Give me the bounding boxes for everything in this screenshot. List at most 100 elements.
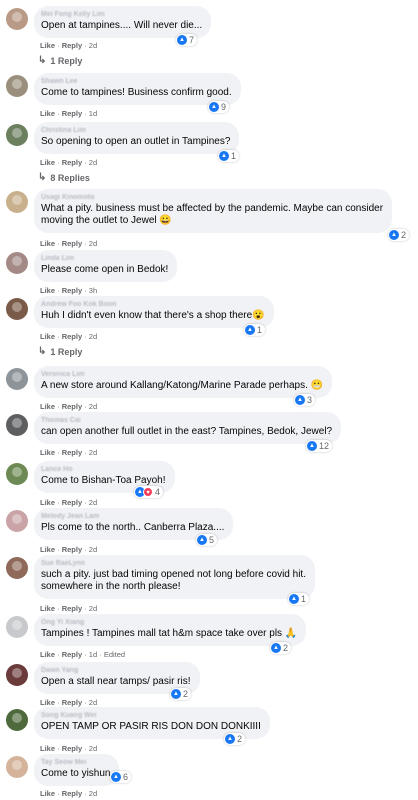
reply-link[interactable]: Reply <box>62 402 82 411</box>
reaction-summary[interactable]: ▲ 3 <box>294 394 316 406</box>
reaction-summary[interactable]: ▲ 2 <box>270 642 292 654</box>
comment-actions: Like · Reply · 2d <box>40 158 97 167</box>
commenter-name[interactable]: Andrew Foo Kok Boon <box>41 300 265 309</box>
reaction-summary[interactable]: ▲ 1 <box>244 324 266 336</box>
like-link[interactable]: Like <box>40 402 55 411</box>
avatar[interactable] <box>6 124 28 146</box>
reaction-summary[interactable]: ▲ 2 <box>224 733 246 745</box>
timestamp[interactable]: 2d <box>89 604 97 613</box>
reply-link[interactable]: Reply <box>62 604 82 613</box>
avatar[interactable] <box>6 414 28 436</box>
comment-actions: Like · Reply · 2d <box>40 604 97 613</box>
like-link[interactable]: Like <box>40 158 55 167</box>
reply-link[interactable]: Reply <box>62 448 82 457</box>
reaction-summary[interactable]: ▲ ♥ 4 <box>134 486 164 498</box>
reply-link[interactable]: Reply <box>62 789 82 798</box>
avatar[interactable] <box>6 191 28 213</box>
avatar[interactable] <box>6 463 28 485</box>
reaction-summary[interactable]: ▲ 9 <box>208 101 230 113</box>
view-replies-link[interactable]: ↳ 1 Reply <box>38 346 82 357</box>
comment-actions: Like · Reply · 1d <box>40 109 97 118</box>
reply-link[interactable]: Reply <box>62 744 82 753</box>
reaction-summary[interactable]: ▲ 5 <box>196 534 218 546</box>
reply-link[interactable]: Reply <box>62 332 82 341</box>
avatar[interactable] <box>6 298 28 320</box>
like-link[interactable]: Like <box>40 41 55 50</box>
timestamp[interactable]: 2d <box>89 158 97 167</box>
commenter-name[interactable]: Song Kuang Wei <box>41 711 261 720</box>
timestamp[interactable]: 3h <box>89 286 97 295</box>
timestamp[interactable]: 2d <box>89 332 97 341</box>
timestamp[interactable]: 2d <box>89 41 97 50</box>
commenter-name[interactable]: Veronica Lim <box>41 370 323 379</box>
avatar[interactable] <box>6 368 28 390</box>
commenter-name[interactable]: Thomas Cai <box>41 416 332 425</box>
timestamp[interactable]: 2d <box>89 744 97 753</box>
avatar[interactable] <box>6 756 28 778</box>
timestamp[interactable]: 2d <box>89 498 97 507</box>
commenter-name[interactable]: Sue RaeLynn <box>41 559 306 568</box>
reply-link[interactable]: Reply <box>62 158 82 167</box>
commenter-name[interactable]: Melody Jean Lam <box>41 512 224 521</box>
reply-link[interactable]: Reply <box>62 239 82 248</box>
reply-link[interactable]: Reply <box>62 109 82 118</box>
commenter-name[interactable]: Usagi Kinomoto <box>41 193 383 202</box>
commenter-name[interactable]: Lance Ho <box>41 465 166 474</box>
like-link[interactable]: Like <box>40 604 55 613</box>
timestamp[interactable]: 1d <box>89 650 97 659</box>
reaction-summary[interactable]: ▲ 6 <box>110 771 132 783</box>
avatar[interactable] <box>6 557 28 579</box>
timestamp[interactable]: 2d <box>89 789 97 798</box>
reaction-summary[interactable]: ▲ 1 <box>288 593 310 605</box>
like-link[interactable]: Like <box>40 650 55 659</box>
separator: · <box>55 789 62 798</box>
like-link[interactable]: Like <box>40 448 55 457</box>
reply-link[interactable]: Reply <box>62 286 82 295</box>
like-link[interactable]: Like <box>40 698 55 707</box>
avatar[interactable] <box>6 616 28 638</box>
commenter-name[interactable]: Shawn Lee <box>41 77 232 86</box>
reaction-summary[interactable]: ▲ 1 <box>218 150 240 162</box>
commenter-name[interactable]: Linda Lim <box>41 254 168 263</box>
reply-link[interactable]: Reply <box>62 545 82 554</box>
like-link[interactable]: Like <box>40 332 55 341</box>
reply-link[interactable]: Reply <box>62 698 82 707</box>
like-link[interactable]: Like <box>40 498 55 507</box>
commenter-name[interactable]: Ong Yi Xiang <box>41 618 297 627</box>
timestamp[interactable]: 2d <box>89 402 97 411</box>
commenter-name[interactable]: Christina Lim <box>41 126 230 135</box>
like-link[interactable]: Like <box>40 789 55 798</box>
view-replies-link[interactable]: ↳ 1 Reply <box>38 55 82 66</box>
avatar[interactable] <box>6 664 28 686</box>
avatar[interactable] <box>6 709 28 731</box>
like-link[interactable]: Like <box>40 744 55 753</box>
reaction-summary[interactable]: ▲ 2 <box>170 688 192 700</box>
comment-text: Come to tampines! Business confirm good. <box>41 87 232 98</box>
like-link[interactable]: Like <box>40 109 55 118</box>
like-link[interactable]: Like <box>40 239 55 248</box>
timestamp[interactable]: 2d <box>89 545 97 554</box>
reaction-summary[interactable]: ▲ 12 <box>306 440 333 452</box>
timestamp[interactable]: 2d <box>89 448 97 457</box>
avatar[interactable] <box>6 510 28 532</box>
avatar[interactable] <box>6 75 28 97</box>
separator: · <box>55 239 62 248</box>
reaction-summary[interactable]: ▲ 7 <box>176 34 198 46</box>
commenter-name[interactable]: Tay Seow Mei <box>41 758 110 767</box>
avatar[interactable] <box>6 8 28 30</box>
avatar[interactable] <box>6 252 28 274</box>
timestamp[interactable]: 2d <box>89 698 97 707</box>
commenter-name[interactable]: Mei Fong Kelly Lim <box>41 10 202 19</box>
replies-count: 1 Reply <box>50 346 83 357</box>
view-replies-link[interactable]: ↳ 8 Replies <box>38 172 90 183</box>
commenter-name[interactable]: Dawn Yang <box>41 666 191 675</box>
reply-link[interactable]: Reply <box>62 650 82 659</box>
like-link[interactable]: Like <box>40 545 55 554</box>
reaction-summary[interactable]: ▲ 2 <box>388 229 410 241</box>
timestamp[interactable]: 2d <box>89 239 97 248</box>
comment-item: Linda Lim Please come open in Bedok! Like … <box>0 250 418 295</box>
like-link[interactable]: Like <box>40 286 55 295</box>
timestamp[interactable]: 1d <box>89 109 97 118</box>
reply-link[interactable]: Reply <box>62 498 82 507</box>
reply-link[interactable]: Reply <box>62 41 82 50</box>
